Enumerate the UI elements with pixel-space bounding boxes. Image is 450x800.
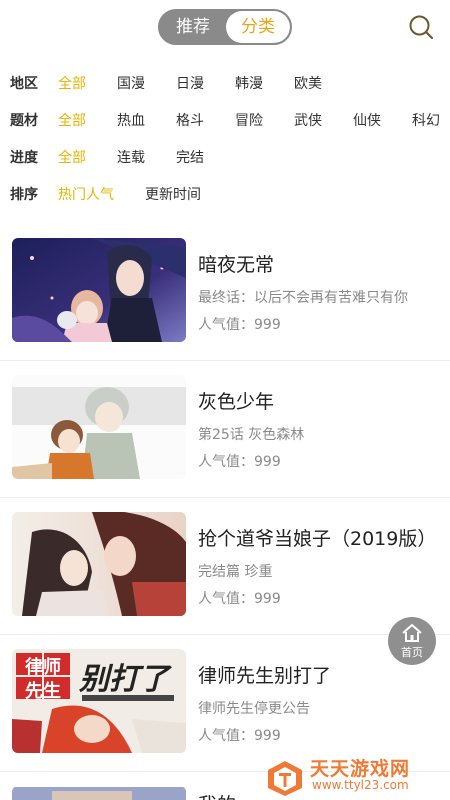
genre-option-adventure[interactable]: 冒险	[235, 109, 263, 133]
genre-option-fight[interactable]: 格斗	[176, 109, 204, 133]
tab-switcher: 推荐 分类	[158, 9, 292, 45]
progress-option-all[interactable]: 全部	[58, 146, 86, 170]
comic-cover[interactable]	[12, 375, 186, 479]
search-icon[interactable]	[408, 14, 434, 40]
filter-genre: 题材 全部 热血 格斗 冒险 武侠 仙侠 科幻	[0, 109, 450, 133]
comic-list-item[interactable]: 灰色少年 第25话 灰色森林 人气值：999	[0, 361, 450, 498]
watermark-url: www.ttyl23.com	[312, 778, 409, 792]
home-button[interactable]: 首页	[388, 617, 436, 665]
comic-popularity: 人气值：999	[198, 591, 281, 607]
comic-list-item[interactable]: 抢个道爷当娘子（2019版） 完结篇 珍重 人气值：999	[0, 498, 450, 635]
comic-latest-chapter: 最终话：以后不会再有苦难只有你	[198, 290, 408, 306]
watermark-title: 天天游戏网	[310, 758, 411, 780]
site-watermark: 天天游戏网 www.ttyl23.com	[262, 754, 450, 800]
filter-title-genre: 题材	[10, 113, 38, 129]
comic-list-item[interactable]: 律师 先生 别打了 律师先生别打了 律师先生停更公告 人气值：999	[0, 635, 450, 772]
home-label: 首页	[401, 646, 423, 659]
comic-cover[interactable]	[12, 512, 186, 616]
comic-title[interactable]: 暗夜无常	[198, 250, 274, 277]
cover-text-line2: 先生	[25, 680, 61, 702]
sort-option-popular[interactable]: 热门人气	[58, 183, 114, 207]
comic-list-item[interactable]: 暗夜无常 最终话：以后不会再有苦难只有你 人气值：999	[0, 224, 450, 361]
comic-title[interactable]: 抢个道爷当娘子（2019版）	[198, 524, 436, 551]
comic-popularity: 人气值：999	[198, 317, 281, 333]
home-icon	[402, 624, 422, 642]
filter-sort: 排序 热门人气 更新时间	[0, 183, 450, 207]
genre-option-scifi[interactable]: 科幻	[412, 109, 440, 133]
region-option-all[interactable]: 全部	[58, 72, 86, 96]
genre-option-wuxia[interactable]: 武侠	[294, 109, 322, 133]
cover-text-line1: 律师	[25, 656, 61, 678]
region-option-jp[interactable]: 日漫	[176, 72, 204, 96]
comic-cover[interactable]: 律师 先生 别打了	[12, 649, 186, 753]
comic-cover[interactable]	[12, 238, 186, 342]
sort-option-updated[interactable]: 更新时间	[145, 183, 201, 207]
region-option-cn[interactable]: 国漫	[117, 72, 145, 96]
progress-option-ongoing[interactable]: 连载	[117, 146, 145, 170]
filter-title-region: 地区	[10, 76, 38, 92]
genre-option-all[interactable]: 全部	[58, 109, 86, 133]
comic-title[interactable]: 我的	[198, 790, 236, 800]
watermark-logo-icon	[268, 761, 302, 796]
filter-progress: 进度 全部 连载 完结	[0, 146, 450, 170]
genre-option-hotblood[interactable]: 热血	[117, 109, 145, 133]
region-option-kr[interactable]: 韩漫	[235, 72, 263, 96]
region-option-west[interactable]: 欧美	[294, 72, 322, 96]
comic-popularity: 人气值：999	[198, 728, 281, 744]
progress-option-finished[interactable]: 完结	[176, 146, 204, 170]
cover-text-line3: 别打了	[78, 662, 172, 697]
comic-latest-chapter: 完结篇 珍重	[198, 564, 273, 580]
comic-cover[interactable]	[12, 786, 186, 800]
comic-popularity: 人气值：999	[198, 454, 281, 470]
comic-latest-chapter: 律师先生停更公告	[198, 701, 310, 717]
filter-region: 地区 全部 国漫 日漫 韩漫 欧美	[0, 72, 450, 96]
comic-latest-chapter: 第25话 灰色森林	[198, 427, 305, 443]
genre-option-xianxia[interactable]: 仙侠	[353, 109, 381, 133]
filter-title-progress: 进度	[10, 150, 38, 166]
tab-category[interactable]: 分类	[226, 11, 290, 43]
tab-recommend[interactable]: 推荐	[160, 11, 226, 43]
filter-title-sort: 排序	[10, 187, 38, 203]
comic-title[interactable]: 灰色少年	[198, 387, 274, 414]
top-bar: 推荐 分类	[0, 0, 450, 54]
comic-title[interactable]: 律师先生别打了	[198, 661, 331, 688]
